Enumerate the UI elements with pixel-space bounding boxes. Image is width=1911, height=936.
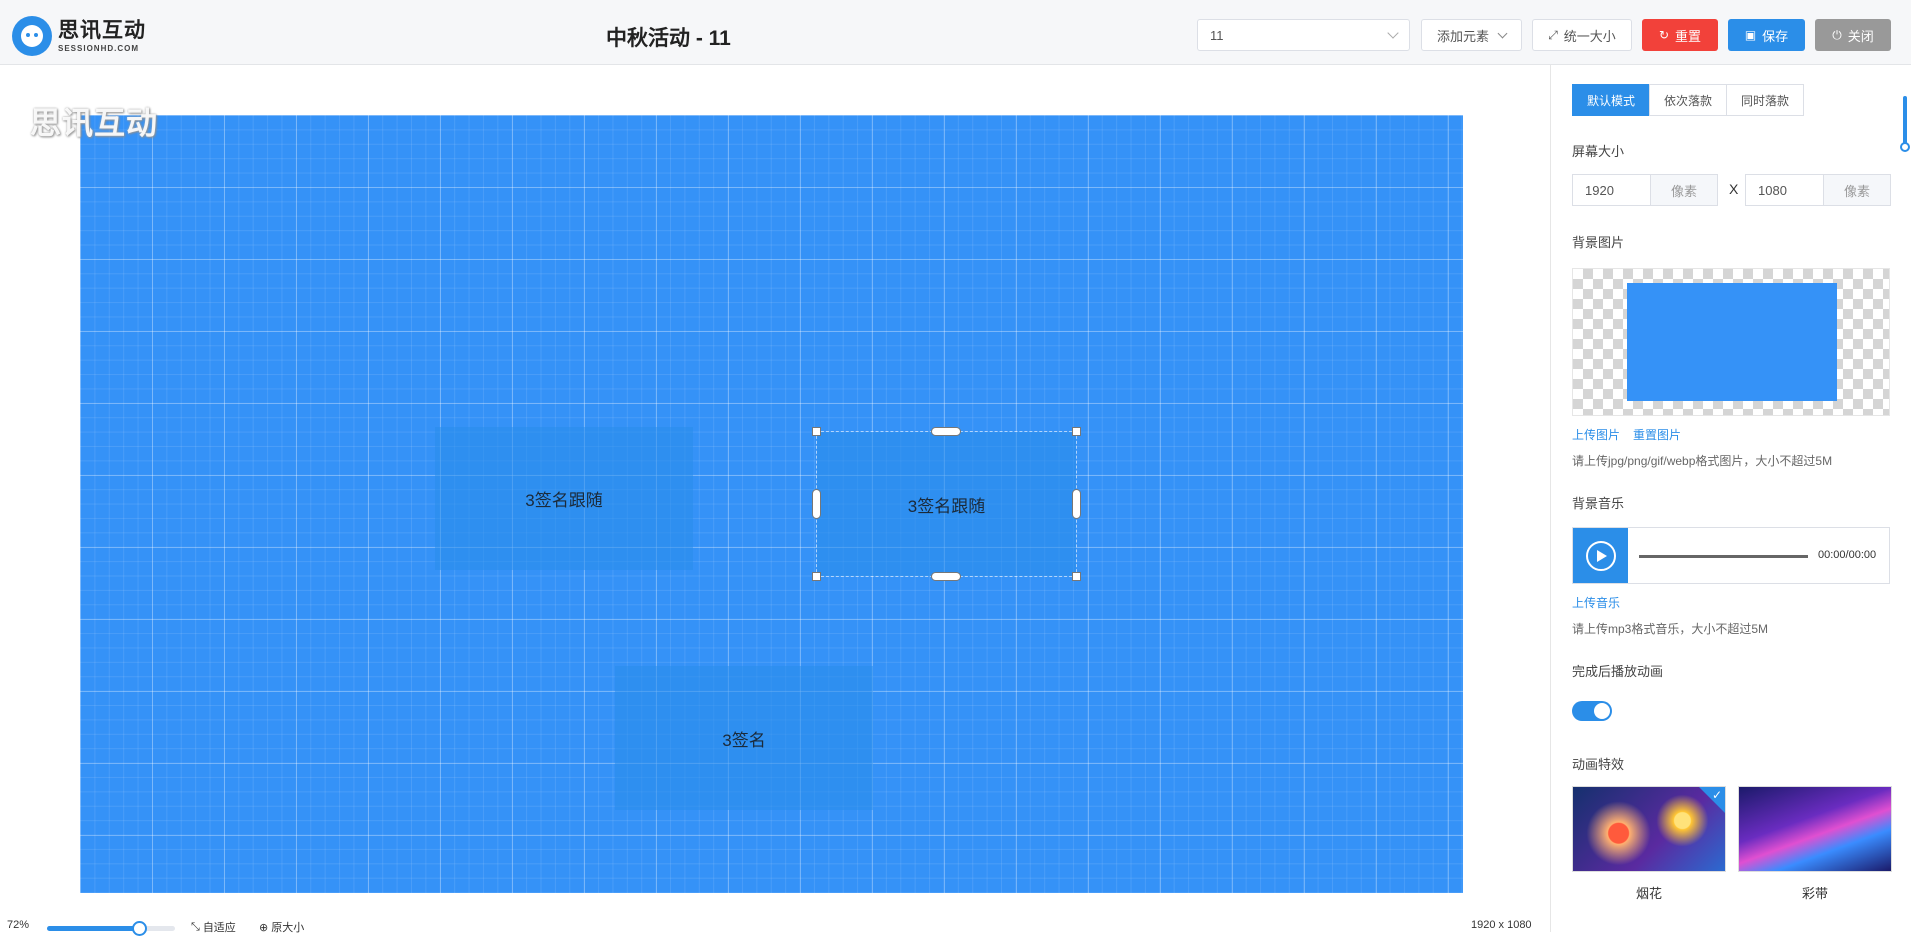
zoom-slider-thumb[interactable] xyxy=(132,921,148,936)
height-input[interactable]: 1080 xyxy=(1745,174,1823,206)
chevron-down-icon xyxy=(1497,28,1508,38)
resize-handle-top-left[interactable] xyxy=(812,427,821,436)
play-anim-toggle[interactable] xyxy=(1572,701,1612,721)
tab-default-mode[interactable]: 默认模式 xyxy=(1572,84,1651,116)
close-button[interactable]: ⏻ 关闭 xyxy=(1815,19,1891,51)
width-unit: 像素 xyxy=(1650,174,1718,206)
fit-label: 自适应 xyxy=(202,922,236,934)
check-icon: ✓ xyxy=(1711,788,1722,802)
chevron-down-icon xyxy=(1387,27,1399,39)
effect-ribbon-thumb[interactable] xyxy=(1738,786,1892,872)
play-icon xyxy=(1597,549,1607,562)
reset-image-link[interactable]: 重置图片 xyxy=(1633,426,1681,443)
logo-subtitle: SESSIONHD.COM xyxy=(58,43,140,53)
design-canvas[interactable]: 3签名跟随 3签名跟随 3签名 xyxy=(80,115,1463,893)
zoom-slider-fill xyxy=(47,926,140,931)
activity-select[interactable]: 11 xyxy=(1197,19,1410,51)
canvas-element-label: 3签名跟随 xyxy=(525,491,603,510)
save-label: 保存 xyxy=(1762,28,1789,44)
resize-handle-bottom[interactable] xyxy=(931,572,961,581)
expand-icon: ⤢ xyxy=(1548,28,1558,42)
page-title: 中秋活动 - 11 xyxy=(606,27,731,50)
save-button[interactable]: ▣ 保存 xyxy=(1728,19,1805,51)
save-icon: ▣ xyxy=(1744,28,1757,42)
original-size-label: 原大小 xyxy=(271,922,305,934)
resize-handle-top[interactable] xyxy=(931,427,961,436)
add-element-label: 添加元素 xyxy=(1436,28,1489,44)
refresh-icon: ↻ xyxy=(1658,28,1670,42)
tab-sequential[interactable]: 依次落款 xyxy=(1649,84,1728,116)
screen-size-label: 屏幕大小 xyxy=(1572,144,1625,159)
tab-simultaneous[interactable]: 同时落款 xyxy=(1726,84,1805,116)
panel-scrollbar[interactable] xyxy=(1903,96,1907,146)
bg-image-thumbnail xyxy=(1627,283,1837,401)
mode-tabs: 默认模式 依次落款 同时落款 xyxy=(1572,84,1805,116)
logo-mascot-icon xyxy=(12,16,52,56)
canvas-element[interactable]: 3签名 xyxy=(615,666,873,810)
play-button[interactable] xyxy=(1573,528,1628,583)
audio-time: 00:00/00:00 xyxy=(1818,549,1877,561)
upload-music-link[interactable]: 上传音乐 xyxy=(1572,594,1620,611)
size-separator: X xyxy=(1729,181,1739,197)
zoom-bar: 72% ⤡ 自适应 ⊕ 原大小 1920 x 1080 xyxy=(0,915,1550,936)
height-field: 1080 像素 xyxy=(1745,174,1891,206)
power-icon: ⏻ xyxy=(1832,28,1842,42)
logo-title: 思讯互动 xyxy=(58,18,146,42)
resize-handle-bottom-left[interactable] xyxy=(812,572,821,581)
canvas-element-label: 3签名 xyxy=(722,730,766,750)
close-label: 关闭 xyxy=(1847,28,1874,44)
settings-panel: 默认模式 依次落款 同时落款 屏幕大小 1920 像素 X 1080 像素 背景… xyxy=(1551,65,1911,932)
fit-button[interactable]: ⤡ 自适应 xyxy=(191,919,236,935)
canvas-element-selected[interactable]: 3签名跟随 xyxy=(812,427,1081,581)
effect-name: 烟花 xyxy=(1635,886,1662,901)
effect-fireworks-thumb[interactable]: ✓ xyxy=(1572,786,1726,872)
width-input[interactable]: 1920 xyxy=(1572,174,1650,206)
watermark-logo: 思讯互动 xyxy=(30,106,158,141)
canvas-element-label: 3签名跟随 xyxy=(907,496,986,516)
upload-image-link[interactable]: 上传图片 xyxy=(1572,426,1620,443)
unify-size-button[interactable]: ⤢ 统一大小 xyxy=(1532,19,1632,51)
add-element-button[interactable]: 添加元素 xyxy=(1421,19,1522,51)
activity-select-value: 11 xyxy=(1210,28,1224,43)
resize-handle-left[interactable] xyxy=(812,489,821,519)
panel-scrollbar-thumb[interactable] xyxy=(1900,142,1910,152)
height-unit: 像素 xyxy=(1823,174,1891,206)
original-size-button[interactable]: ⊕ 原大小 xyxy=(259,919,304,935)
canvas-element[interactable]: 3签名跟随 xyxy=(435,427,693,570)
music-hint: 请上传mp3格式音乐，大小不超过5M xyxy=(1572,622,1769,636)
effect-label: 动画特效 xyxy=(1572,757,1625,772)
zoom-slider[interactable] xyxy=(47,926,175,931)
bg-music-label: 背景音乐 xyxy=(1572,496,1625,511)
zoom-value: 72% xyxy=(7,919,30,931)
resize-handle-top-right[interactable] xyxy=(1072,427,1081,436)
bg-image-label: 背景图片 xyxy=(1572,235,1625,250)
resize-handle-right[interactable] xyxy=(1072,489,1081,519)
resize-handle-bottom-right[interactable] xyxy=(1072,572,1081,581)
bg-image-preview[interactable] xyxy=(1572,268,1890,416)
logo: 思讯互动 SESSIONHD.COM xyxy=(12,16,146,56)
top-header: 思讯互动 SESSIONHD.COM 中秋活动 - 11 11 添加元素 ⤢ 统… xyxy=(0,0,1911,65)
audio-player: 00:00/00:00 xyxy=(1572,527,1890,584)
reset-label: 重置 xyxy=(1675,28,1702,44)
width-field: 1920 像素 xyxy=(1572,174,1718,206)
unify-size-label: 统一大小 xyxy=(1563,28,1616,44)
audio-progress[interactable] xyxy=(1639,555,1808,558)
effect-name: 彩带 xyxy=(1801,886,1828,901)
image-hint: 请上传jpg/png/gif/webp格式图片，大小不超过5M xyxy=(1572,454,1833,468)
canvas-resolution: 1920 x 1080 xyxy=(1471,919,1532,931)
play-anim-label: 完成后播放动画 xyxy=(1572,664,1664,679)
reset-button[interactable]: ↻ 重置 xyxy=(1642,19,1718,51)
